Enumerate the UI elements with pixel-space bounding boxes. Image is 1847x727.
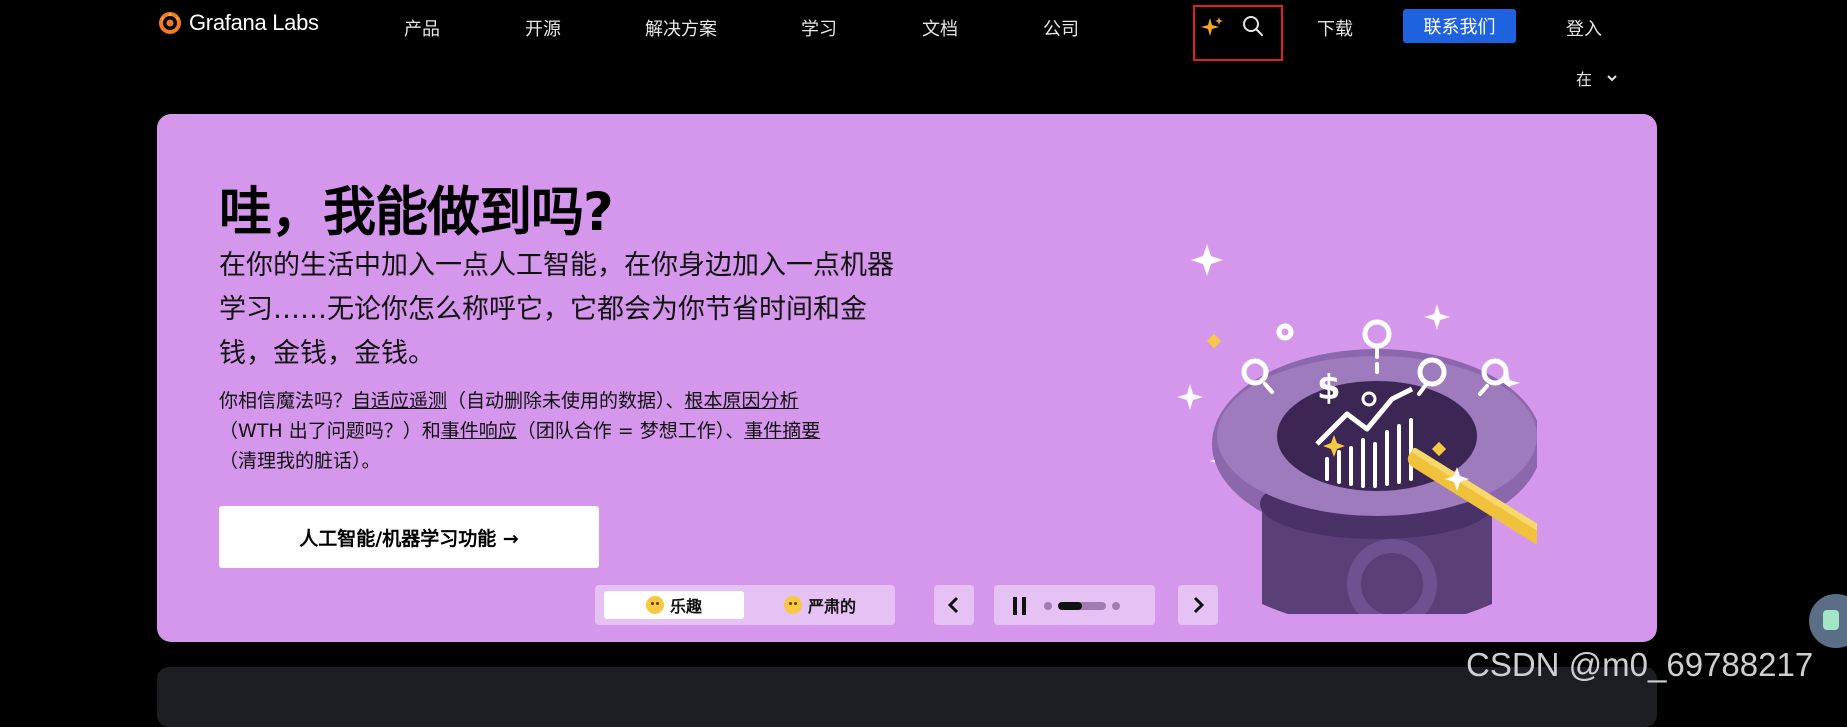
neutral-emoji-icon — [783, 596, 802, 614]
chevron-left-icon — [947, 596, 959, 614]
ai-sparkle-icon[interactable] — [1200, 15, 1224, 43]
ai-ml-features-button[interactable]: 人工智能/机器学习功能 → — [219, 506, 599, 568]
nav-item-open-source[interactable]: 开源 — [525, 15, 561, 41]
search-icon[interactable] — [1241, 14, 1265, 42]
language-selector[interactable]: 在 — [1576, 66, 1618, 90]
hero-body: 你相信魔法吗？自适应遥测（自动删除未使用的数据）、根本原因分析 （WTH 出了问题… — [219, 386, 899, 476]
tone-toggle: 乐趣 严肃的 — [595, 585, 895, 625]
toggle-fun-button[interactable]: 乐趣 — [604, 591, 744, 619]
top-nav: Grafana Labs 产品 开源 解决方案 学习 文档 公司 下载 联系我们… — [0, 0, 1847, 89]
nav-item-products[interactable]: 产品 — [404, 15, 440, 41]
toggle-serious-label: 严肃的 — [807, 597, 856, 616]
csdn-watermark: CSDN @m0_69788217 — [1466, 646, 1814, 683]
grin-emoji-icon — [645, 596, 664, 614]
language-label: 在 — [1576, 70, 1593, 89]
nav-item-docs[interactable]: 文档 — [922, 15, 958, 41]
floating-chat-button[interactable] — [1809, 594, 1847, 648]
nav-item-company[interactable]: 公司 — [1043, 15, 1079, 41]
chevron-down-icon — [1607, 75, 1617, 82]
adaptive-telemetry-link[interactable]: 自适应遥测 — [352, 390, 447, 412]
login-link[interactable]: 登入 — [1566, 15, 1602, 41]
incident-summary-link[interactable]: 事件摘要 — [744, 420, 820, 442]
carousel-prev-button[interactable] — [934, 585, 974, 625]
hero-lead: 在你的生活中加入一点人工智能，在你身边加入一点机器学习……无论你怎么称呼它，它都… — [219, 250, 894, 369]
incident-response-link[interactable]: 事件响应 — [441, 420, 517, 442]
svg-text:$: $ — [1317, 368, 1341, 408]
grafana-logo-icon — [159, 12, 181, 34]
toggle-fun-label: 乐趣 — [669, 597, 702, 616]
root-cause-analysis-link[interactable]: 根本原因分析 — [685, 390, 799, 412]
body-text: 你相信魔法吗？ — [219, 390, 353, 412]
magic-hat-illustration: $ — [1177, 244, 1537, 614]
contact-us-button[interactable]: 联系我们 — [1403, 9, 1516, 43]
hero-banner: 哇，我能做到吗? 在你的生活中加入一点人工智能，在你身边加入一点机器学习……无论… — [157, 114, 1657, 642]
nav-item-learn[interactable]: 学习 — [801, 15, 837, 41]
body-text: （清理我的脏话）。 — [219, 450, 381, 472]
download-link[interactable]: 下载 — [1317, 15, 1353, 41]
toggle-serious-button[interactable]: 严肃的 — [750, 591, 890, 619]
grafana-logo[interactable]: Grafana Labs — [157, 10, 319, 36]
next-section-card — [157, 667, 1657, 727]
body-text: （自动删除未使用的数据）、 — [447, 390, 685, 412]
nav-item-solutions[interactable]: 解决方案 — [645, 15, 717, 41]
body-text: （团队合作 = 梦想工作）、 — [516, 420, 745, 442]
logo-text: Grafana Labs — [189, 10, 319, 35]
body-text: （WTH 出了问题吗？）和 — [219, 420, 441, 442]
hero-headline: 哇，我能做到吗? — [219, 182, 614, 243]
